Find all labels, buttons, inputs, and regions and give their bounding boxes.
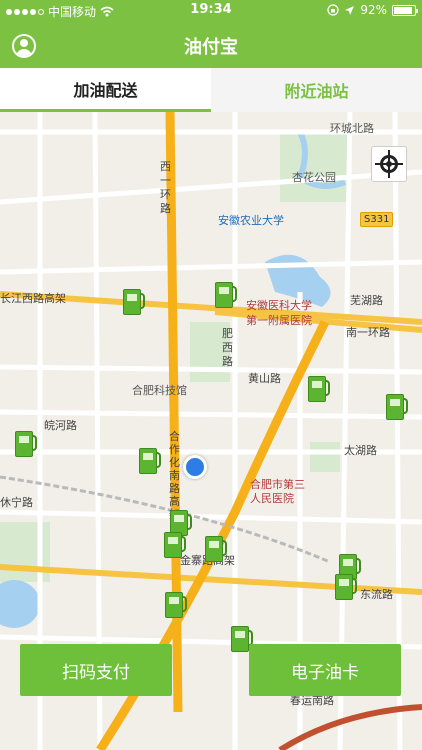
map-label-anyi-1: 安徽医科大学 [246,299,312,312]
map-label-taihu-road: 太湖路 [344,444,377,457]
battery-icon [392,4,418,16]
gas-station-icon[interactable] [121,287,147,317]
status-right: 92% [327,3,418,17]
tab-nearby-stations[interactable]: 附近油站 [211,68,422,112]
gas-station-icon[interactable] [213,280,239,310]
tab-delivery[interactable]: 加油配送 [0,68,211,112]
map-label-xiuning-road: 休宁路 [0,496,33,509]
gas-station-icon[interactable] [137,446,163,476]
page-title: 油付宝 [184,37,238,58]
map-label-nan-yi-huan: 南一环路 [346,326,390,339]
tab-bar: 加油配送 附近油站 [0,68,422,112]
map-label-wanhe-road: 皖河路 [44,419,77,432]
location-arrow-icon [345,5,355,15]
map-label-s331: S331 [360,212,394,227]
map-label-huangshan-road: 黄山路 [248,372,281,385]
gas-station-icon[interactable] [384,392,410,422]
gas-station-icon[interactable] [203,534,229,564]
status-bar: 中国移动 19:34 92% [0,0,422,22]
map-label-changjiang-west: 长江西路高架 [0,292,66,305]
locate-crosshair-icon[interactable] [371,146,407,182]
map-label-hefei-third-2: 人民医院 [250,492,294,505]
gas-station-icon[interactable] [162,530,188,560]
scan-pay-button[interactable]: 扫码支付 [20,644,172,696]
map-label-anhui-agri-univ: 安徽农业大学 [218,214,284,227]
map-label-huancheng-north: 环城北路 [330,122,374,135]
orientation-lock-icon [327,4,339,16]
battery-percent: 92% [360,3,387,17]
battery-fill [394,6,413,14]
map-label-xinghua-park: 杏花公园 [292,171,336,184]
nav-bar: 油付宝 [0,22,422,68]
map-label-xi-yi-huan: 西一环路 [160,160,171,215]
gas-station-icon[interactable] [306,374,332,404]
map-label-hefei-sci-museum: 合肥科技馆 [132,384,187,397]
e-card-button[interactable]: 电子油卡 [249,644,401,696]
gas-station-icon[interactable] [13,429,39,459]
gas-station-icon[interactable] [163,590,189,620]
gas-station-icon[interactable] [333,572,359,602]
map-label-dongliu-road: 东流路 [360,588,393,601]
map-label-wuhu-road: 芜湖路 [350,294,383,307]
current-location-icon [183,455,207,479]
map-label-feixi-3: 路 [222,355,233,368]
map-label-anyi-2: 第一附属医院 [246,314,312,327]
